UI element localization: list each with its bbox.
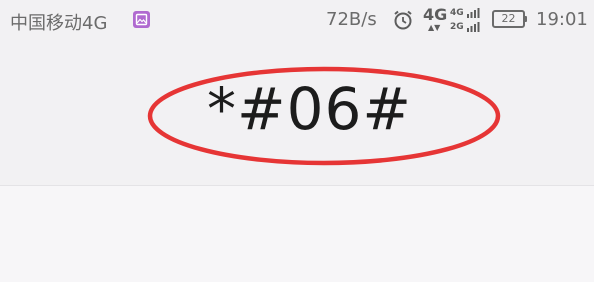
alarm-clock-icon bbox=[392, 9, 414, 36]
gallery-icon bbox=[133, 11, 150, 28]
carrier-label: 中国移动4G bbox=[10, 13, 108, 34]
dialed-number[interactable]: *#06# bbox=[207, 80, 412, 138]
status-time: 19:01 bbox=[536, 9, 588, 30]
signal-strength-icon: 4G 2G bbox=[449, 4, 487, 34]
svg-text:4G: 4G bbox=[450, 8, 464, 18]
svg-text:2G: 2G bbox=[450, 22, 464, 32]
network-4g-icon: 4G ▲▼ bbox=[422, 5, 448, 35]
network-type-label: 4G bbox=[423, 5, 448, 24]
network-speed: 72B/s bbox=[326, 9, 377, 30]
data-arrows-icon: ▲▼ bbox=[428, 23, 441, 32]
dialer-body bbox=[0, 186, 594, 282]
status-bar: 中国移动4G 72B/s 4G ▲▼ 4G 2G 22 19:01 bbox=[0, 0, 594, 42]
battery-indicator: 22 bbox=[492, 10, 527, 28]
